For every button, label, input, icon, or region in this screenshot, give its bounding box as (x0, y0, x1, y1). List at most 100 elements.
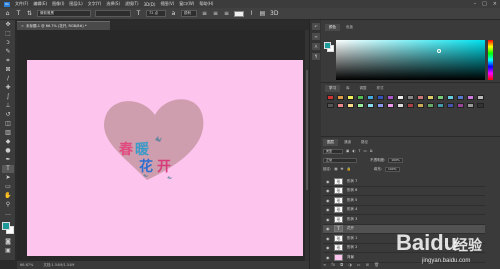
visibility-eye-icon[interactable]: ◉ (326, 217, 330, 222)
warp-text-icon[interactable]: ⌇ (248, 10, 255, 17)
menu-item[interactable]: 编辑(E) (33, 1, 47, 7)
visibility-eye-icon[interactable]: ◉ (326, 226, 330, 231)
zoom-tool-icon[interactable]: ⚲ (2, 201, 14, 209)
frame-tool-icon[interactable]: ⊠ (2, 66, 14, 74)
panel-tab[interactable]: 色板 (342, 24, 357, 31)
style-swatch[interactable] (397, 95, 404, 100)
color-panel-foreground-swatch[interactable] (324, 42, 331, 49)
more-tools-icon[interactable]: … (2, 210, 14, 218)
font-size-select[interactable]: 72 点 (146, 10, 166, 17)
blend-mode-select[interactable]: 正常 (323, 157, 357, 163)
visibility-eye-icon[interactable]: ◉ (326, 188, 330, 193)
crop-tool-icon[interactable]: ⌗ (2, 57, 14, 65)
layer-row[interactable]: ◉ 形形状 6 (323, 187, 485, 196)
link-layers-icon[interactable]: ∞ (323, 262, 326, 267)
panel-tab[interactable]: 库 (342, 85, 354, 92)
align-left-icon[interactable]: ≡ (201, 10, 208, 17)
lock-position-icon[interactable]: ✥ (341, 167, 344, 171)
paragraph-icon[interactable]: ¶ (312, 53, 320, 60)
font-style-select[interactable] (95, 10, 131, 17)
style-swatch[interactable] (477, 103, 484, 108)
color-swatches[interactable] (1, 221, 15, 235)
history-brush-tool-icon[interactable]: ↺ (2, 111, 14, 119)
panel-tab[interactable]: 样式 (373, 85, 388, 92)
add-mask-icon[interactable]: ◘ (340, 262, 343, 267)
visibility-eye-icon[interactable]: ◉ (326, 255, 330, 260)
pen-tool-icon[interactable]: ✒ (2, 156, 14, 164)
blur-tool-icon[interactable]: ◆ (2, 138, 14, 146)
menu-item[interactable]: 视图(V) (160, 1, 174, 7)
style-swatch[interactable] (437, 95, 444, 100)
style-swatch[interactable] (417, 95, 424, 100)
menu-item[interactable]: 3D(D) (144, 2, 156, 7)
shape-tool-icon[interactable]: ▭ (2, 183, 14, 191)
type-tool-icon[interactable]: T (15, 10, 22, 17)
lock-pixels-icon[interactable]: ▦ (334, 167, 337, 171)
menu-item[interactable]: 文字(Y) (88, 1, 102, 7)
layer-filter-select[interactable]: 类型 (323, 148, 343, 154)
menu-item[interactable]: 图像(I) (52, 1, 64, 7)
group-icon[interactable]: ▭ (357, 262, 361, 267)
align-center-icon[interactable]: ≡ (212, 10, 219, 17)
minimize-icon[interactable]: – (474, 1, 477, 7)
style-swatch[interactable] (407, 95, 414, 100)
style-swatch[interactable] (457, 103, 464, 108)
lasso-tool-icon[interactable]: ↄ (2, 39, 14, 47)
style-swatch[interactable] (437, 103, 444, 108)
style-swatch[interactable] (337, 95, 344, 100)
eyedropper-tool-icon[interactable]: ∕ (2, 75, 14, 83)
close-tab-icon[interactable]: × (21, 22, 24, 30)
filter-smart-icon[interactable]: ⧉ (370, 149, 373, 153)
character-panel-icon[interactable]: ▤ (259, 10, 266, 17)
marquee-tool-icon[interactable]: ⬚ (2, 30, 14, 38)
layer-row[interactable]: ◉ 形形状 4 (323, 206, 485, 215)
character-icon[interactable]: A (312, 43, 320, 50)
font-family-select[interactable]: 微软雅黑 (37, 10, 91, 17)
new-layer-icon[interactable]: ⊞ (366, 262, 369, 267)
text-color-swatch[interactable] (234, 10, 244, 17)
properties-icon[interactable]: ≡ (312, 33, 320, 40)
style-swatch[interactable] (447, 95, 454, 100)
style-swatch[interactable] (467, 95, 474, 100)
style-swatch[interactable] (387, 103, 394, 108)
style-swatch[interactable] (427, 95, 434, 100)
visibility-eye-icon[interactable]: ◉ (326, 207, 330, 212)
menu-item[interactable]: 文件(F) (15, 1, 28, 7)
style-swatch[interactable] (457, 95, 464, 100)
style-swatch[interactable] (467, 103, 474, 108)
filter-shape-icon[interactable]: ▭ (364, 149, 367, 153)
style-swatch[interactable] (387, 95, 394, 100)
menu-item[interactable]: 窗口(W) (179, 1, 194, 7)
panel-tab[interactable]: 学习 (325, 85, 340, 92)
style-swatch[interactable] (327, 95, 334, 100)
hue-slider[interactable] (488, 40, 493, 80)
menu-item[interactable]: 滤镜(T) (125, 1, 139, 7)
visibility-eye-icon[interactable]: ◉ (326, 179, 330, 184)
brush-tool-icon[interactable]: ∫ (2, 93, 14, 101)
text-orientation-icon[interactable]: ⇅ (26, 10, 33, 17)
fill-input[interactable]: 100% (384, 166, 400, 172)
zoom-level[interactable]: 66.67% (20, 261, 33, 269)
clone-stamp-tool-icon[interactable]: ⊥ (2, 102, 14, 110)
lock-all-icon[interactable]: 🔒 (346, 167, 350, 171)
dodge-tool-icon[interactable]: ● (2, 147, 14, 155)
visibility-eye-icon[interactable]: ◉ (326, 198, 330, 203)
document-tab[interactable]: × 未标题-1 @ 66.7% (花开, RGB/8#) * (17, 21, 110, 30)
maximize-icon[interactable]: □ (482, 1, 487, 7)
menu-item[interactable]: 选择(S) (106, 1, 120, 7)
antialias-select[interactable]: 锐利 (181, 10, 197, 17)
style-swatch[interactable] (417, 103, 424, 108)
style-swatch[interactable] (357, 103, 364, 108)
healing-brush-tool-icon[interactable]: ✚ (2, 84, 14, 92)
history-icon[interactable]: ↶ (312, 23, 320, 30)
panel-tab[interactable]: 调整 (356, 85, 371, 92)
filter-adjust-icon[interactable]: ◐ (352, 149, 355, 153)
style-swatch[interactable] (377, 95, 384, 100)
style-swatch[interactable] (367, 95, 374, 100)
home-icon[interactable]: ⌂ (4, 10, 11, 17)
panel-tab[interactable]: 路径 (357, 139, 372, 146)
color-picker-field[interactable] (336, 40, 485, 80)
visibility-eye-icon[interactable]: ◉ (326, 236, 330, 241)
style-swatch[interactable] (377, 103, 384, 108)
3d-icon[interactable]: 3D (270, 10, 278, 17)
